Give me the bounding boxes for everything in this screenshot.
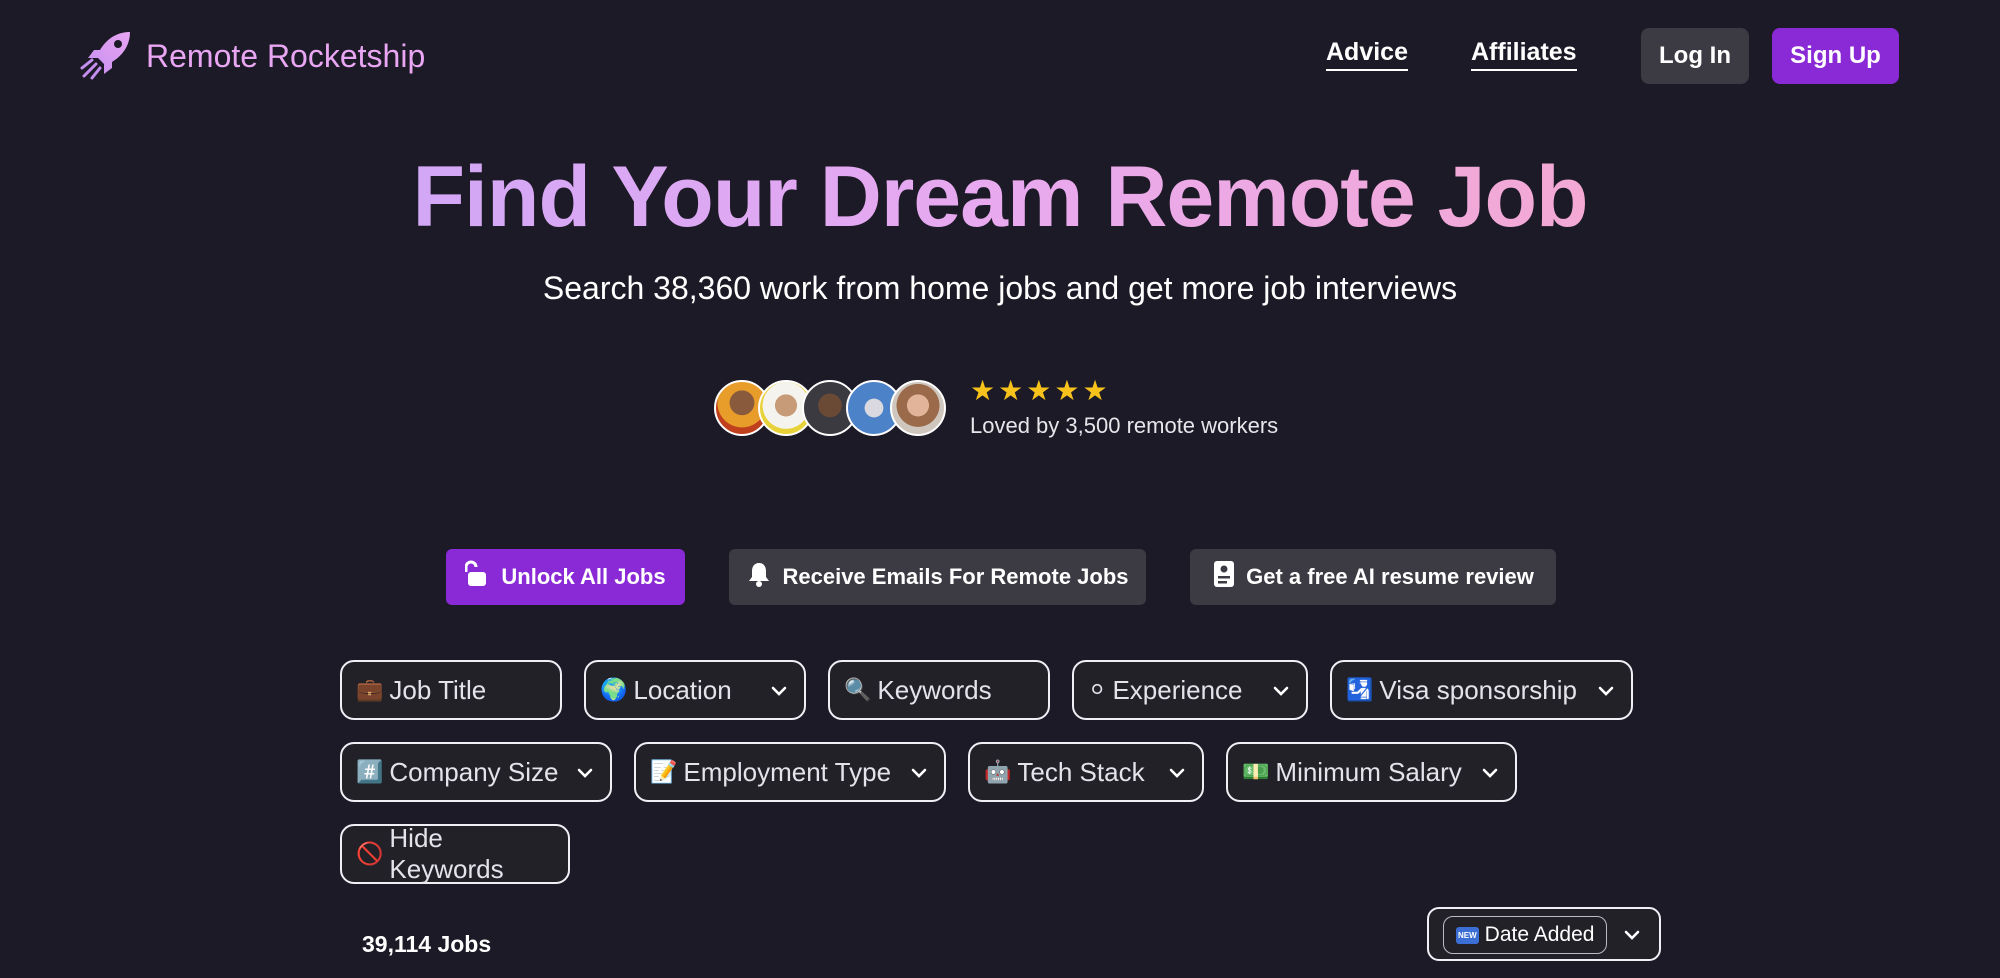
loved-by-text: Loved by 3,500 remote workers <box>970 413 1279 438</box>
hide-keywords-label: Hide Keywords <box>389 823 504 884</box>
job-count: 39,114 Jobs <box>362 931 492 957</box>
star-icon: ★ <box>998 375 1024 406</box>
keywords-filter[interactable]: 🔍 Keywords <box>828 660 1050 720</box>
signup-button[interactable]: Sign Up <box>1772 28 1899 84</box>
unlock-all-jobs-button[interactable]: Unlock All Jobs <box>446 549 685 605</box>
minimum-salary-label: Minimum Salary <box>1275 756 1462 787</box>
employment-type-label: Employment Type <box>683 756 892 787</box>
star-icon: ★ <box>1054 375 1080 406</box>
resume-review-label: Get a free AI resume review <box>1246 564 1534 589</box>
rating-stars: ★ ★ ★ ★ ★ <box>970 374 1278 407</box>
avatar <box>890 380 946 436</box>
sort-label: Date Added <box>1484 923 1595 946</box>
hero-subtitle: Search 38,360 work from home jobs and ge… <box>542 270 1458 306</box>
money-icon: 💵 <box>1242 759 1270 784</box>
chevron-down-icon <box>1270 678 1292 709</box>
brand-logo[interactable]: Remote Rocketship <box>80 26 425 87</box>
briefcase-icon: 💼 <box>356 677 384 702</box>
visa-sponsorship-label: Visa sponsorship <box>1379 674 1577 705</box>
sort-selected-value[interactable]: NEW Date Added <box>1443 916 1608 954</box>
keywords-label: Keywords <box>877 674 992 705</box>
resume-review-button[interactable]: Get a free AI resume review <box>1190 549 1556 605</box>
chevron-down-icon <box>1621 924 1643 951</box>
chevron-down-icon <box>1166 760 1188 791</box>
circle-icon: ⚪ <box>1088 677 1107 702</box>
robot-icon: 🤖 <box>984 759 1012 784</box>
hash-icon: #️⃣ <box>356 759 384 784</box>
tech-stack-label: Tech Stack <box>1017 756 1145 787</box>
rocket-icon <box>80 26 136 87</box>
resume-icon <box>1212 559 1236 595</box>
tech-stack-filter[interactable]: 🤖 Tech Stack <box>968 742 1204 802</box>
minimum-salary-filter[interactable]: 💵 Minimum Salary <box>1226 742 1517 802</box>
experience-filter[interactable]: ⚪ Experience <box>1072 660 1308 720</box>
magnifier-icon: 🔍 <box>844 677 872 702</box>
passport-control-icon: 🛂 <box>1346 677 1374 702</box>
memo-icon: 📝 <box>650 759 678 784</box>
nav-link-advice[interactable]: Advice <box>1326 38 1408 71</box>
company-size-label: Company Size <box>389 756 559 787</box>
receive-emails-label: Receive Emails For Remote Jobs <box>782 564 1129 589</box>
chevron-down-icon <box>574 760 596 791</box>
unlock-all-jobs-label: Unlock All Jobs <box>501 564 666 589</box>
prohibited-icon: 🚫 <box>356 841 384 866</box>
hero-title: Find Your Dream Remote Job <box>0 148 2000 247</box>
chevron-down-icon <box>1595 678 1617 709</box>
chevron-down-icon <box>1479 760 1501 791</box>
experience-label: Experience <box>1112 674 1243 705</box>
login-button[interactable]: Log In <box>1641 28 1749 84</box>
location-filter[interactable]: 🌍 Location <box>584 660 806 720</box>
avatar-group <box>714 380 946 436</box>
hide-keywords-filter[interactable]: 🚫 Hide Keywords <box>340 823 570 884</box>
visa-sponsorship-filter[interactable]: 🛂 Visa sponsorship <box>1330 660 1633 720</box>
chevron-down-icon <box>908 760 930 791</box>
employment-type-filter[interactable]: 📝 Employment Type <box>634 742 946 802</box>
nav-link-affiliates[interactable]: Affiliates <box>1471 38 1577 71</box>
star-icon: ★ <box>970 375 996 406</box>
location-label: Location <box>633 674 732 705</box>
rating: ★ ★ ★ ★ ★ Loved by 3,500 remote workers <box>970 374 1278 439</box>
globe-icon: 🌍 <box>600 677 628 702</box>
hero-title-text: Find Your Dream Remote Job <box>412 149 1588 245</box>
chevron-down-icon <box>768 678 790 709</box>
star-icon: ★ <box>1082 375 1108 406</box>
brand-name: Remote Rocketship <box>146 38 426 74</box>
unlock-icon <box>464 560 491 594</box>
receive-emails-button[interactable]: Receive Emails For Remote Jobs <box>729 549 1146 605</box>
top-nav: Remote Rocketship Advice Affiliates Log … <box>0 0 2000 112</box>
sort-select[interactable]: NEW Date Added <box>1427 907 1661 961</box>
job-title-filter[interactable]: 💼 Job Title <box>340 660 562 720</box>
job-title-label: Job Title <box>389 674 487 705</box>
company-size-filter[interactable]: #️⃣ Company Size <box>340 742 612 802</box>
star-icon: ★ <box>1026 375 1052 406</box>
new-badge-icon: NEW <box>1456 926 1479 944</box>
bell-icon <box>746 560 772 594</box>
